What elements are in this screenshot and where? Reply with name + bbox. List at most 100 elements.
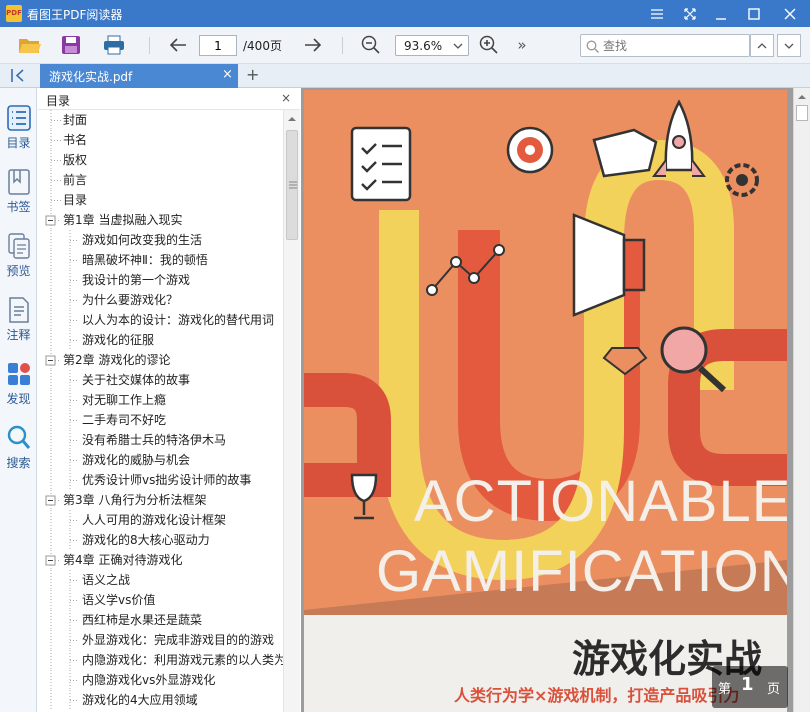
toc-subitem[interactable]: 游戏化的4大应用领域 <box>38 690 283 710</box>
tree-line-icon <box>50 590 78 610</box>
page-indicator-number: 1 <box>741 674 754 695</box>
toc-scrollbar[interactable] <box>283 110 300 712</box>
search-input[interactable] <box>603 37 743 54</box>
scroll-up-icon[interactable] <box>288 116 296 122</box>
toc-subitem[interactable]: 优秀设计师vs拙劣设计师的故事 <box>38 470 283 490</box>
fullscreen-icon[interactable] <box>675 0 705 27</box>
more-tools-button[interactable]: » <box>509 33 535 57</box>
tree-line-icon <box>50 470 78 490</box>
zoom-in-icon[interactable] <box>476 33 502 57</box>
toc-item[interactable]: 第2章 游戏化的谬论 <box>38 350 283 370</box>
toc-subitem[interactable]: 内隐游戏化：利用游戏元素的以人类为 <box>38 650 283 670</box>
toc-item[interactable]: 前言 <box>38 170 283 190</box>
next-page-icon[interactable] <box>300 33 326 57</box>
toc-subitem[interactable]: 对无聊工作上瘾 <box>38 390 283 410</box>
previous-page-icon[interactable] <box>165 33 191 57</box>
cover-title-line2: GAMIFICATION <box>376 539 787 604</box>
toolbar: /400页 93.6% » <box>0 27 810 64</box>
toc-subitem[interactable]: 外显游戏化：完成非游戏目的的游戏 <box>38 630 283 650</box>
toc-subitem[interactable]: 关于社交媒体的故事 <box>38 370 283 390</box>
sidebar-label-annotations: 注释 <box>6 328 31 342</box>
toc-list: 封面书名版权前言 目录 第1章 当虚拟融入现实 游戏如何改变我的生活 暗黑破坏神Ⅱ：我的… <box>38 110 283 712</box>
zoom-select[interactable]: 93.6% <box>395 35 469 56</box>
save-icon[interactable] <box>58 33 84 57</box>
toc-scroll-thumb[interactable] <box>286 130 298 240</box>
toc-item-label: 西红柿是水果还是蔬菜 <box>82 613 203 627</box>
toc-item-label: 第2章 游戏化的谬论 <box>63 353 171 367</box>
toc-subitem[interactable]: 暗黑破坏神Ⅱ：我的顿悟 <box>38 250 283 270</box>
print-icon[interactable] <box>101 33 127 57</box>
tab-label: 游戏化实战.pdf <box>49 70 133 84</box>
open-folder-icon[interactable] <box>17 33 43 57</box>
toc-item[interactable]: 第1章 当虚拟融入现实 <box>38 210 283 230</box>
toc-subitem[interactable]: 语义学vs价值 <box>38 590 283 610</box>
search-box[interactable] <box>580 34 750 57</box>
toc-item[interactable]: 书名 <box>38 130 283 150</box>
tree-line-icon <box>50 430 78 450</box>
cover-title-line1: ACTIONABLE <box>414 469 787 534</box>
total-pages-label: /400页 <box>243 39 282 53</box>
scroll-up-icon[interactable] <box>798 94 806 100</box>
toc-item[interactable]: 封面 <box>38 110 283 130</box>
current-page-input[interactable] <box>199 35 237 56</box>
sidebar: 目录 书签 预览 注释 发现 搜索 <box>0 88 37 712</box>
maximize-icon[interactable] <box>739 0 769 27</box>
toc-item[interactable]: 第3章 八角行为分析法框架 <box>38 490 283 510</box>
zoom-value: 93.6% <box>404 39 443 53</box>
toc-subitem[interactable]: 语义之战 <box>38 570 283 590</box>
toc-subitem[interactable]: 游戏如何改变我的生活 <box>38 230 283 250</box>
pdf-page: ACTIONABLE GAMIFICATION 游戏化实战 人类行为学×游戏机制… <box>304 90 787 712</box>
toc-item[interactable]: 版权 <box>38 150 283 170</box>
tree-line-icon <box>50 290 78 310</box>
tree-line-icon <box>50 390 78 410</box>
sidebar-label-discover: 发现 <box>6 392 31 406</box>
toc-close-icon[interactable]: × <box>281 91 291 105</box>
toc-subitem[interactable]: 西红柿是水果还是蔬菜 <box>38 610 283 630</box>
search-next-button[interactable] <box>777 34 801 57</box>
viewer-scroll-thumb[interactable] <box>796 105 808 121</box>
toc-subitem[interactable]: 二手寿司不好吃 <box>38 410 283 430</box>
toc-item-label: 书名 <box>63 133 88 147</box>
collapse-sidebar-icon[interactable] <box>10 68 26 86</box>
sidebar-item-search[interactable]: 搜索 <box>0 424 37 484</box>
sidebar-item-bookmarks[interactable]: 书签 <box>0 168 37 228</box>
sidebar-item-discover[interactable]: 发现 <box>0 360 37 420</box>
minimize-icon[interactable] <box>706 0 736 27</box>
tree-line-icon <box>50 670 78 690</box>
toc-subitem[interactable]: 游戏化的威胁与机会 <box>38 450 283 470</box>
toc-subitem[interactable]: 游戏化的征服 <box>38 330 283 350</box>
toc-subitem[interactable]: 没有希腊士兵的特洛伊木马 <box>38 430 283 450</box>
tab-bar: 游戏化实战.pdf × + <box>0 64 810 88</box>
thumbnails-icon <box>7 233 30 259</box>
toc-item[interactable]: 第4章 正确对待游戏化 <box>38 550 283 570</box>
tree-line-icon <box>50 690 78 710</box>
toc-item[interactable]: 目录 <box>38 190 283 210</box>
toc-subitem[interactable]: 以人为本的设计：游戏化的替代用词 <box>38 310 283 330</box>
sidebar-item-toc[interactable]: 目录 <box>0 104 37 164</box>
sidebar-item-annotations[interactable]: 注释 <box>0 296 37 356</box>
bookmark-icon <box>7 169 30 195</box>
tab-close-icon[interactable]: × <box>222 67 233 82</box>
viewer-scrollbar[interactable] <box>793 88 810 712</box>
toc-item-label: 二手寿司不好吃 <box>82 413 167 427</box>
search-previous-button[interactable] <box>750 34 774 57</box>
close-icon[interactable] <box>775 0 805 27</box>
toc-subitem[interactable]: 人人可用的游戏化设计框架 <box>38 510 283 530</box>
toc-subitem[interactable]: 内隐游戏化vs外显游戏化 <box>38 670 283 690</box>
toc-subitem[interactable]: 游戏化的8大核心驱动力 <box>38 530 283 550</box>
tree-line-icon <box>50 370 78 390</box>
tree-line-icon <box>50 630 78 650</box>
app-logo-icon: PDF <box>6 5 22 22</box>
document-viewer[interactable]: ACTIONABLE GAMIFICATION 游戏化实战 人类行为学×游戏机制… <box>301 88 793 712</box>
toc-subitem[interactable]: 我设计的第一个游戏 <box>38 270 283 290</box>
discover-icon <box>7 363 30 385</box>
tab-document[interactable]: 游戏化实战.pdf × <box>40 64 238 88</box>
toc-subitem[interactable]: 为什么要游戏化？ <box>38 290 283 310</box>
toc-item-label: 版权 <box>63 153 88 167</box>
menu-icon[interactable] <box>642 0 672 27</box>
zoom-out-icon[interactable] <box>358 33 384 57</box>
tree-line-icon <box>50 650 78 670</box>
sidebar-item-preview[interactable]: 预览 <box>0 232 37 292</box>
tree-line-icon <box>50 310 78 330</box>
new-tab-icon[interactable]: + <box>246 65 259 84</box>
